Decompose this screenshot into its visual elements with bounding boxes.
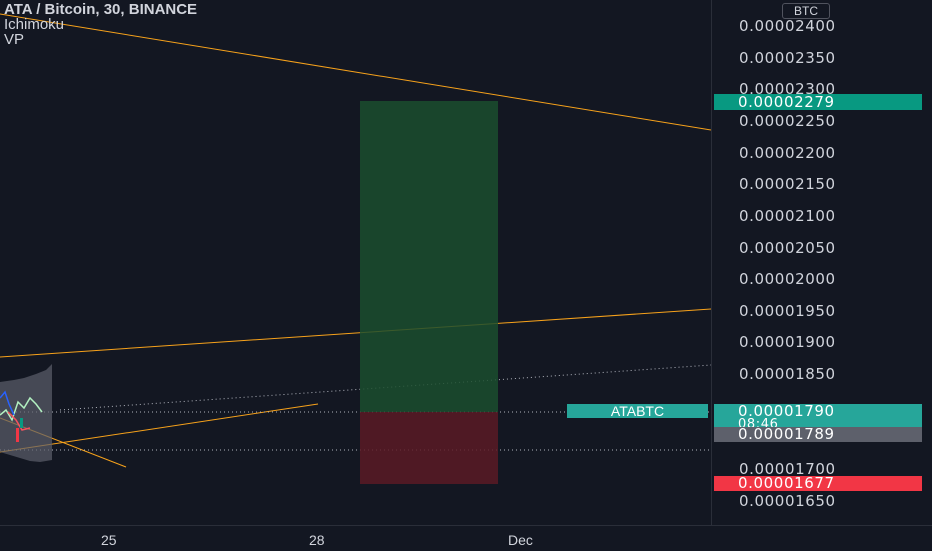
price-tick: 0.00001900	[739, 333, 836, 351]
price-tick: 0.00002350	[739, 49, 836, 67]
price-tick: 0.00002250	[739, 112, 836, 130]
price-tick: 0.00001950	[739, 302, 836, 320]
chart-legend: ATA / Bitcoin, 30, BINANCE Ichimoku VP	[4, 2, 197, 47]
candle	[20, 418, 23, 428]
price-tick: 0.00002400	[739, 17, 836, 35]
price-axis[interactable]: BTC 0.00002400 0.00002350 0.00002300 0.0…	[711, 0, 932, 525]
time-tick: Dec	[508, 532, 533, 548]
target-price-label: 0.00002279	[714, 94, 922, 110]
previous-close-label: 0.00001789	[714, 427, 922, 442]
price-tick: 0.00002200	[739, 144, 836, 162]
time-tick: 25	[101, 532, 117, 548]
stop-price-label: 0.00001677	[714, 476, 922, 491]
chart-canvas[interactable]	[0, 0, 711, 525]
indicator-vp[interactable]: VP	[4, 32, 197, 47]
price-tick: 0.00002050	[739, 239, 836, 257]
time-axis[interactable]: 25 28 Dec	[0, 525, 932, 551]
position-stop-zone[interactable]	[360, 412, 498, 484]
indicator-ichimoku[interactable]: Ichimoku	[4, 17, 197, 32]
symbol-title[interactable]: ATA / Bitcoin, 30, BINANCE	[4, 2, 197, 17]
chart-pane[interactable]: ATA / Bitcoin, 30, BINANCE Ichimoku VP A…	[0, 0, 711, 525]
time-tick: 28	[309, 532, 325, 548]
candle	[16, 428, 19, 442]
price-tick: 0.00002100	[739, 207, 836, 225]
price-tick: 0.00001650	[739, 492, 836, 510]
trendline-middle[interactable]	[0, 308, 711, 358]
price-tick: 0.00002000	[739, 270, 836, 288]
position-target-zone[interactable]	[360, 101, 498, 412]
price-tick: 0.00001850	[739, 365, 836, 383]
price-tick: 0.00002150	[739, 175, 836, 193]
symbol-price-tag: ATABTC	[567, 404, 708, 418]
